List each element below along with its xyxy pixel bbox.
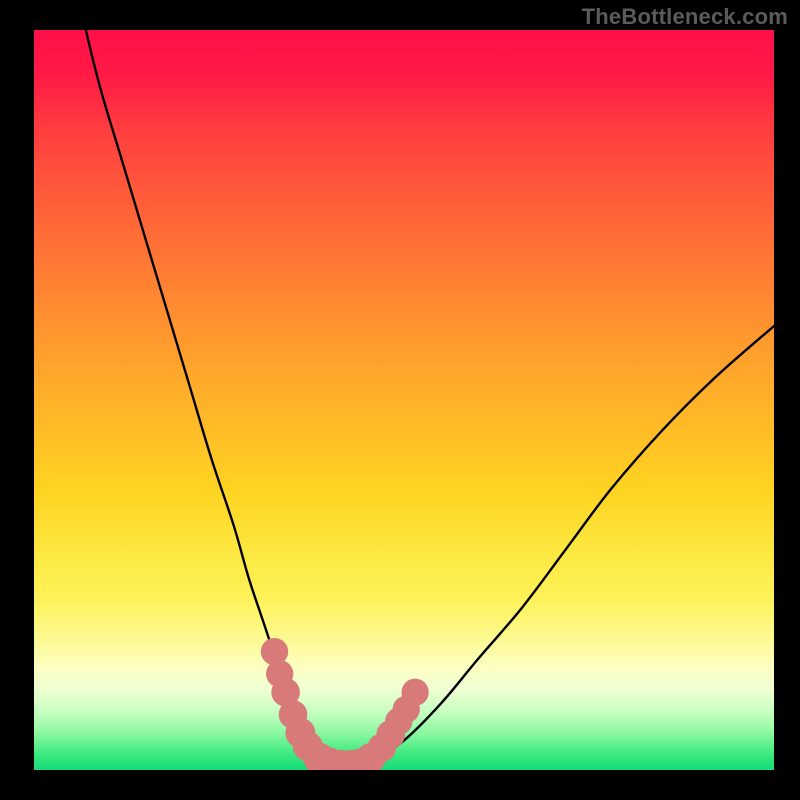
chart-svg — [34, 30, 774, 770]
marker-layer — [261, 638, 429, 770]
curve-layer — [86, 30, 774, 766]
marker-dot — [401, 679, 428, 706]
plot-area — [34, 30, 774, 770]
chart-frame: TheBottleneck.com — [0, 0, 800, 800]
watermark-text: TheBottleneck.com — [582, 4, 788, 30]
bottleneck-curve — [86, 30, 774, 766]
